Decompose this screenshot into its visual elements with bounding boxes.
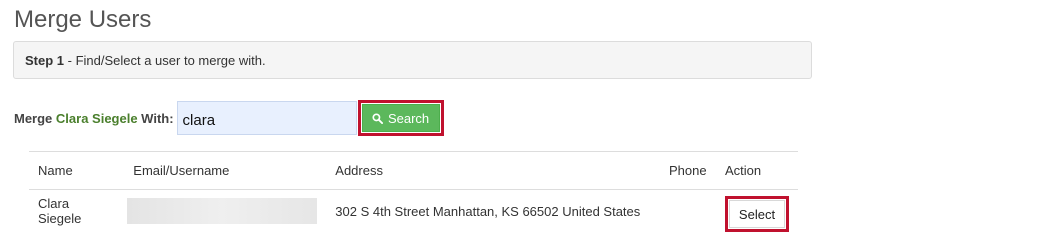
- column-header-address: Address: [326, 151, 660, 190]
- step-number: Step 1: [25, 53, 65, 68]
- merge-label: Merge Clara Siegele With:: [14, 111, 174, 126]
- table-row: Clara Siegele 302 S 4th Street Manhattan…: [29, 190, 798, 233]
- column-header-email: Email/Username: [124, 151, 327, 190]
- row-name: Clara Siegele: [38, 196, 82, 226]
- step-instructions: Step 1 - Find/Select a user to merge wit…: [13, 41, 812, 79]
- row-email: [124, 190, 326, 233]
- column-header-action: Action: [716, 151, 798, 190]
- column-header-phone: Phone: [660, 151, 716, 190]
- page-title: Merge Users: [14, 6, 152, 33]
- search-icon: [372, 112, 383, 124]
- search-input[interactable]: [176, 101, 357, 135]
- merge-search-row: Merge Clara Siegele With: Search: [14, 100, 444, 136]
- merge-label-prefix: Merge: [14, 110, 56, 126]
- select-button-highlight: Select: [725, 196, 789, 232]
- row-action: Select: [716, 190, 798, 232]
- redacted-email: [127, 198, 318, 224]
- row-phone: [660, 190, 716, 233]
- step-description: - Find/Select a user to merge with.: [64, 53, 266, 68]
- user-results-table: Name Email/Username Address Phone Action…: [29, 151, 798, 232]
- merge-label-suffix: With:: [137, 110, 174, 126]
- row-address: 302 S 4th Street Manhattan, KS 66502 Uni…: [335, 203, 641, 219]
- table-header-row: Name Email/Username Address Phone Action: [29, 151, 798, 190]
- merge-user-name: Clara Siegele: [55, 110, 138, 126]
- search-button[interactable]: Search: [361, 104, 440, 132]
- column-header-name: Name: [29, 151, 125, 190]
- search-button-label: Search: [387, 110, 430, 126]
- search-button-highlight: Search: [357, 100, 444, 136]
- select-button[interactable]: Select: [729, 200, 785, 228]
